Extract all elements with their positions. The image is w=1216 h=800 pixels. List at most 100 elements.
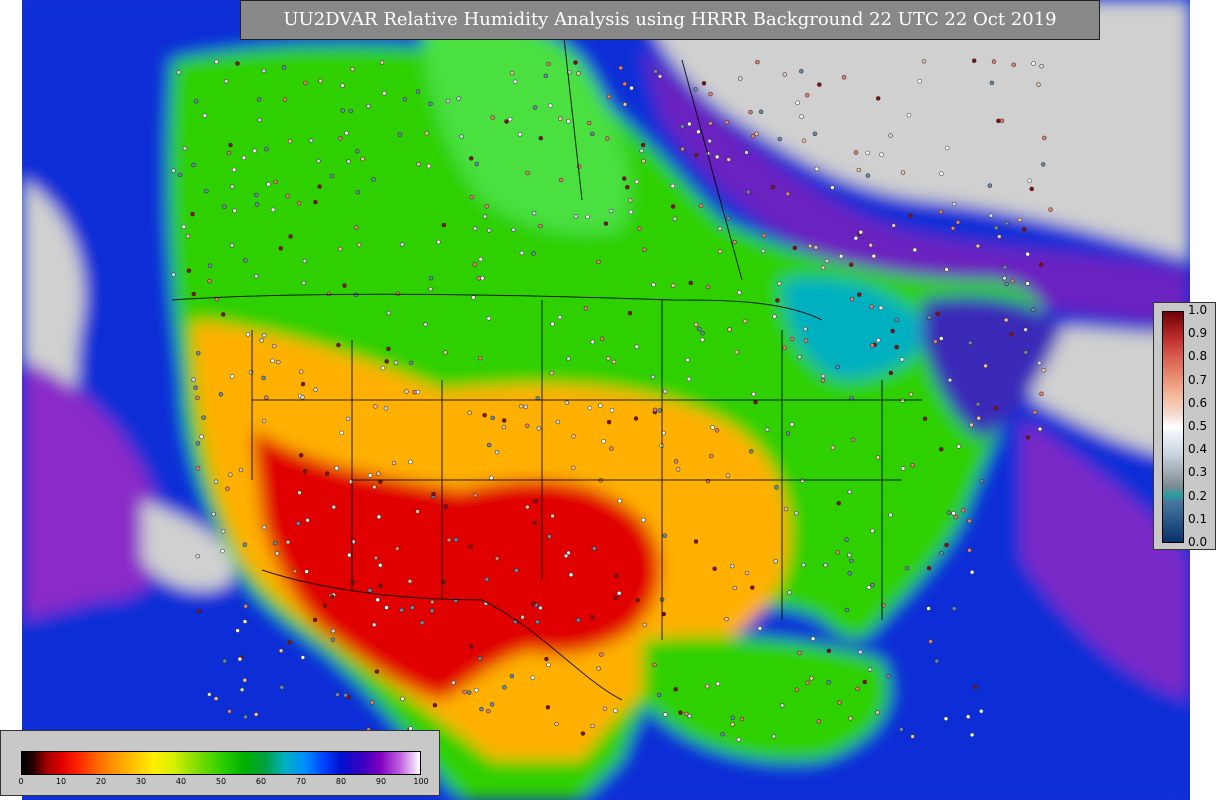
station-dot xyxy=(408,360,414,366)
station-dot xyxy=(1023,327,1028,332)
station-dot xyxy=(979,478,985,484)
station-dot xyxy=(835,364,840,370)
station-dot xyxy=(531,601,536,606)
station-dot xyxy=(662,389,668,394)
station-dot xyxy=(613,595,618,601)
station-dot xyxy=(338,136,343,141)
station-dot xyxy=(886,674,891,679)
station-dot xyxy=(214,59,219,65)
station-dot xyxy=(951,606,957,611)
station-dot xyxy=(775,298,780,303)
station-dot xyxy=(1023,350,1029,355)
station-dot xyxy=(785,191,791,197)
station-dot xyxy=(764,427,770,432)
station-dot xyxy=(670,183,676,189)
station-dot xyxy=(849,558,854,564)
station-dot xyxy=(211,511,216,517)
station-dot xyxy=(640,142,646,148)
station-dot xyxy=(585,214,590,220)
station-dot xyxy=(1048,207,1053,212)
station-dot xyxy=(1009,332,1014,337)
station-dot xyxy=(841,75,847,80)
station-dot xyxy=(870,343,875,348)
station-dot xyxy=(424,130,430,136)
station-dot xyxy=(870,582,875,588)
station-dot xyxy=(432,702,438,708)
station-dot xyxy=(525,423,530,429)
station-dot xyxy=(720,731,725,737)
station-dot xyxy=(1039,391,1044,397)
station-dot xyxy=(701,81,707,86)
station-dot xyxy=(472,262,478,267)
station-dot xyxy=(350,579,356,585)
station-dot xyxy=(596,259,601,265)
station-dot xyxy=(939,171,944,176)
station-dot xyxy=(742,318,748,324)
station-fraction-tick-label: 1.0 xyxy=(1188,303,1208,317)
station-dot xyxy=(443,350,448,355)
station-dot xyxy=(673,687,678,692)
station-dot xyxy=(373,555,379,561)
station-dot xyxy=(583,306,589,311)
station-dot xyxy=(348,108,354,114)
station-dot xyxy=(782,345,787,351)
station-dot xyxy=(838,253,844,259)
station-dot xyxy=(576,71,581,76)
station-dot xyxy=(1031,61,1036,66)
station-dot xyxy=(712,566,717,572)
station-dot xyxy=(933,339,938,344)
station-dot xyxy=(177,172,183,178)
station-dot xyxy=(330,628,336,634)
station-dot xyxy=(367,588,373,593)
station-dot xyxy=(201,415,206,420)
station-dot xyxy=(415,509,420,514)
station-fraction-colorbar: 1.0 0.9 0.8 0.7 0.6 0.5 0.4 0.3 0.2 0.1 0.0 xyxy=(1153,302,1216,550)
station-dot xyxy=(614,573,619,579)
station-dot xyxy=(182,146,188,151)
station-fraction-tick-label: 0.1 xyxy=(1188,511,1208,526)
station-dot xyxy=(342,283,347,288)
station-dot xyxy=(532,105,538,110)
station-dot xyxy=(270,358,275,364)
station-dot xyxy=(371,177,376,182)
station-dot xyxy=(484,577,490,582)
station-dot xyxy=(662,533,668,538)
station-dot xyxy=(546,61,551,67)
station-dot xyxy=(381,91,387,96)
station-fraction-colorbar-gradient xyxy=(1162,311,1184,543)
station-dot xyxy=(254,273,259,279)
station-dot xyxy=(761,233,767,238)
station-dot xyxy=(536,426,542,431)
station-dot xyxy=(272,343,277,349)
station-dot xyxy=(820,373,826,379)
station-dot xyxy=(590,339,595,345)
station-dot xyxy=(410,605,415,610)
station-dot xyxy=(1038,262,1044,268)
station-dot xyxy=(266,182,271,187)
station-dot xyxy=(550,321,555,327)
station-dot xyxy=(391,460,397,466)
station-dot xyxy=(789,336,795,342)
station-dot xyxy=(276,359,281,365)
station-dot xyxy=(204,188,209,194)
station-dot xyxy=(989,80,995,86)
station-dot xyxy=(710,425,715,430)
station-dot xyxy=(744,570,750,576)
station-dot xyxy=(443,504,449,509)
station-dot xyxy=(988,213,994,218)
station-dot xyxy=(220,548,225,554)
station-dot xyxy=(1002,275,1007,281)
station-dot xyxy=(908,213,913,218)
station-dot xyxy=(317,184,322,189)
station-dot xyxy=(213,479,219,484)
rh-percent-tick-label: 30 xyxy=(135,777,147,786)
station-dot xyxy=(482,214,488,219)
station-dot xyxy=(934,658,940,664)
station-dot xyxy=(739,716,745,722)
station-dot xyxy=(751,391,756,397)
station-dot xyxy=(1039,63,1044,69)
station-dot xyxy=(900,170,906,175)
station-dot xyxy=(1025,435,1031,440)
station-dot xyxy=(380,365,386,371)
station-dot xyxy=(386,346,391,352)
